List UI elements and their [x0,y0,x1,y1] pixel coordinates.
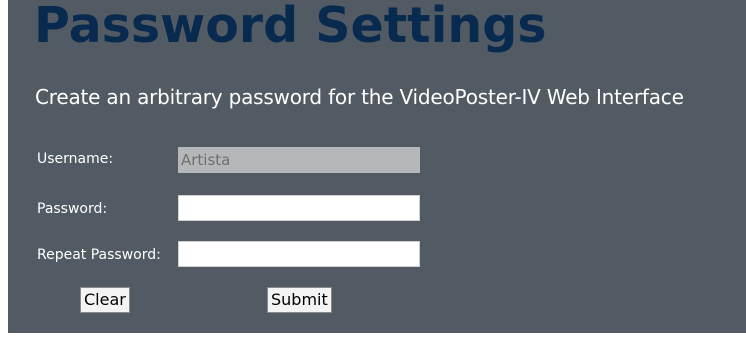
repeat-password-field[interactable] [178,241,420,267]
password-settings-panel: Password Settings Create an arbitrary pa… [8,0,746,333]
password-label: Password: [37,201,108,217]
username-label: Username: [37,151,114,167]
submit-button[interactable]: Submit [267,287,332,313]
username-field[interactable] [178,147,420,173]
clear-button[interactable]: Clear [80,287,130,313]
password-field[interactable] [178,195,420,221]
page-title: Password Settings [34,0,547,54]
repeat-password-label: Repeat Password: [37,247,161,263]
page-subtitle: Create an arbitrary password for the Vid… [35,85,684,109]
